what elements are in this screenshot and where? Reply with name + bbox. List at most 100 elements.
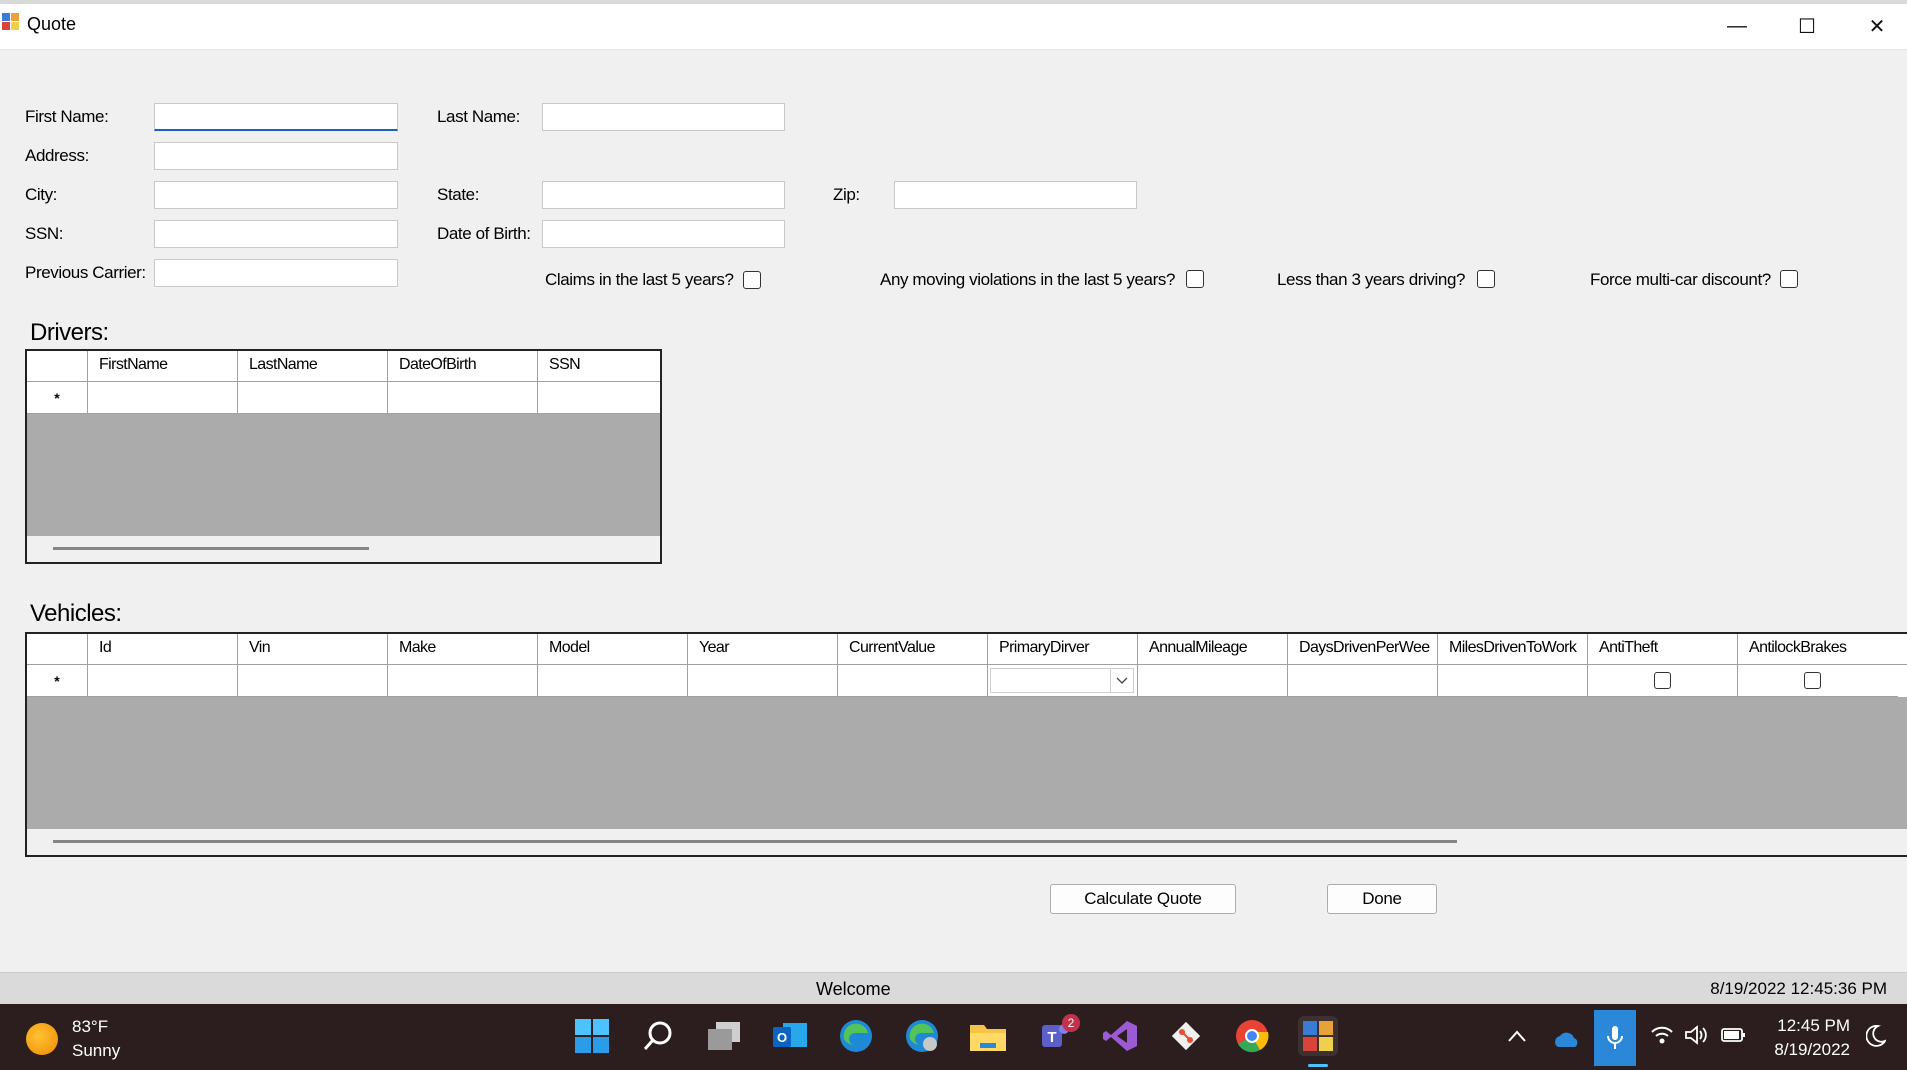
drivers-col-dateofbirth[interactable]: DateOfBirth (388, 351, 538, 381)
vehicles-cell-year[interactable] (688, 665, 838, 697)
state-input[interactable] (542, 181, 785, 209)
task-view-icon[interactable] (704, 1016, 744, 1056)
microphone-button[interactable] (1594, 1010, 1636, 1066)
vehicles-col-milesdriventowork[interactable]: MilesDrivenToWork (1438, 634, 1588, 664)
dob-input[interactable] (542, 220, 785, 248)
vehicles-col-primarydriver[interactable]: PrimaryDirver (988, 634, 1138, 664)
vehicles-col-id[interactable]: Id (88, 634, 238, 664)
last-name-input[interactable] (542, 103, 785, 131)
vehicles-cell-id[interactable] (88, 665, 238, 697)
previous-carrier-input[interactable] (154, 259, 398, 287)
drivers-scroll-thumb[interactable] (53, 547, 369, 550)
maximize-button[interactable]: ☐ (1772, 6, 1842, 46)
weather-desc[interactable]: Sunny (72, 1041, 120, 1061)
edge-profile-icon[interactable] (902, 1016, 942, 1056)
weather-temp[interactable]: 83°F (72, 1017, 108, 1037)
vehicles-col-year[interactable]: Year (688, 634, 838, 664)
dob-label: Date of Birth: (437, 224, 531, 243)
chevron-down-icon[interactable] (1110, 669, 1133, 692)
drivers-col-lastname[interactable]: LastName (238, 351, 388, 381)
previous-carrier-label: Previous Carrier: (25, 263, 146, 282)
ssn-label: SSN: (25, 224, 64, 243)
violations-checkbox[interactable] (1186, 270, 1204, 288)
chrome-icon[interactable] (1232, 1016, 1272, 1056)
vehicles-col-annualmileage[interactable]: AnnualMileage (1138, 634, 1288, 664)
window-title-bar[interactable] (0, 0, 1907, 50)
drivers-col-ssn[interactable]: SSN (538, 351, 660, 381)
drivers-title: Drivers: (30, 319, 109, 346)
svg-text:O: O (777, 1030, 787, 1045)
volume-icon[interactable] (1684, 1025, 1708, 1051)
file-explorer-icon[interactable] (968, 1016, 1008, 1056)
windows-start-icon[interactable] (572, 1016, 612, 1056)
visual-studio-icon[interactable] (1100, 1016, 1140, 1056)
vehicles-col-make[interactable]: Make (388, 634, 538, 664)
vehicles-col-daysdrivenperweek[interactable]: DaysDrivenPerWee (1288, 634, 1438, 664)
sun-icon[interactable] (26, 1023, 58, 1055)
vehicles-col-antitheft[interactable]: AntiTheft (1588, 634, 1738, 664)
vehicles-cell-model[interactable] (538, 665, 688, 697)
quote-app-taskbar-icon[interactable] (1298, 1016, 1338, 1056)
drivers-grid[interactable]: FirstName LastName DateOfBirth SSN * (25, 349, 662, 564)
vehicles-cell-daysdrivenperweek[interactable] (1288, 665, 1438, 697)
claims-checkbox[interactable] (743, 271, 761, 289)
clock-time[interactable]: 12:45 PM (1764, 1016, 1850, 1036)
onedrive-icon[interactable] (1552, 1030, 1580, 1053)
vehicles-cell-vin[interactable] (238, 665, 388, 697)
drivers-cell-lastname[interactable] (238, 382, 388, 414)
vehicles-cell-antilockbrakes[interactable] (1738, 665, 1898, 697)
vehicles-cell-currentvalue[interactable] (838, 665, 988, 697)
vehicles-grid[interactable]: Id Vin Make Model Year CurrentValue Prim… (25, 632, 1907, 857)
drivers-cell-firstname[interactable] (88, 382, 238, 414)
clock-date[interactable]: 8/19/2022 (1764, 1040, 1850, 1060)
vehicles-title: Vehicles: (30, 600, 122, 627)
antitheft-checkbox[interactable] (1654, 672, 1671, 689)
vehicles-col-vin[interactable]: Vin (238, 634, 388, 664)
vehicles-cell-annualmileage[interactable] (1138, 665, 1288, 697)
outlook-icon[interactable]: O (770, 1016, 810, 1056)
focus-assist-moon-icon[interactable] (1865, 1025, 1888, 1053)
window-title: Quote (27, 14, 77, 34)
ssn-input[interactable] (154, 220, 398, 248)
status-message: Welcome (816, 979, 891, 999)
teams-icon[interactable]: T 2 (1034, 1014, 1080, 1056)
vehicles-header-row: Id Vin Make Model Year CurrentValue Prim… (27, 634, 1907, 665)
vehicles-col-antilockbrakes[interactable]: AntilockBrakes (1738, 634, 1898, 664)
git-icon[interactable] (1166, 1016, 1206, 1056)
battery-icon[interactable] (1720, 1025, 1748, 1051)
drivers-horizontal-scrollbar[interactable] (27, 536, 660, 562)
calculate-quote-button[interactable]: Calculate Quote (1050, 884, 1236, 914)
address-input[interactable] (154, 142, 398, 170)
vehicles-cell-primarydriver[interactable] (988, 665, 1138, 697)
violations-label: Any moving violations in the last 5 year… (880, 270, 1176, 289)
wifi-icon[interactable] (1650, 1025, 1674, 1051)
vehicles-cell-make[interactable] (388, 665, 538, 697)
multi-car-discount-checkbox[interactable] (1780, 270, 1798, 288)
drivers-new-row[interactable]: * (27, 382, 660, 414)
chevron-up-icon[interactable] (1508, 1025, 1526, 1048)
primary-driver-combobox[interactable] (990, 668, 1134, 693)
vehicles-row-header-corner (27, 634, 88, 664)
drivers-cell-ssn[interactable] (538, 382, 660, 414)
vehicles-col-model[interactable]: Model (538, 634, 688, 664)
vehicles-horizontal-scrollbar[interactable] (27, 829, 1907, 855)
vehicles-scroll-thumb[interactable] (53, 840, 1457, 843)
city-input[interactable] (154, 181, 398, 209)
edge-icon[interactable] (836, 1016, 876, 1056)
drivers-cell-dateofbirth[interactable] (388, 382, 538, 414)
vehicles-col-currentvalue[interactable]: CurrentValue (838, 634, 988, 664)
drivers-col-firstname[interactable]: FirstName (88, 351, 238, 381)
first-name-input[interactable] (154, 103, 398, 131)
vehicles-cell-milesdriventowork[interactable] (1438, 665, 1588, 697)
vehicles-cell-antitheft[interactable] (1588, 665, 1738, 697)
close-button[interactable]: ✕ (1842, 6, 1907, 46)
antilock-brakes-checkbox[interactable] (1804, 672, 1821, 689)
zip-input[interactable] (894, 181, 1137, 209)
search-icon[interactable] (638, 1016, 678, 1056)
vehicles-new-row[interactable]: * (27, 665, 1907, 697)
state-label: State: (437, 185, 480, 204)
address-label: Address: (25, 146, 89, 165)
minimize-button[interactable]: — (1702, 6, 1772, 46)
done-button[interactable]: Done (1327, 884, 1437, 914)
less-than-3-years-checkbox[interactable] (1477, 270, 1495, 288)
